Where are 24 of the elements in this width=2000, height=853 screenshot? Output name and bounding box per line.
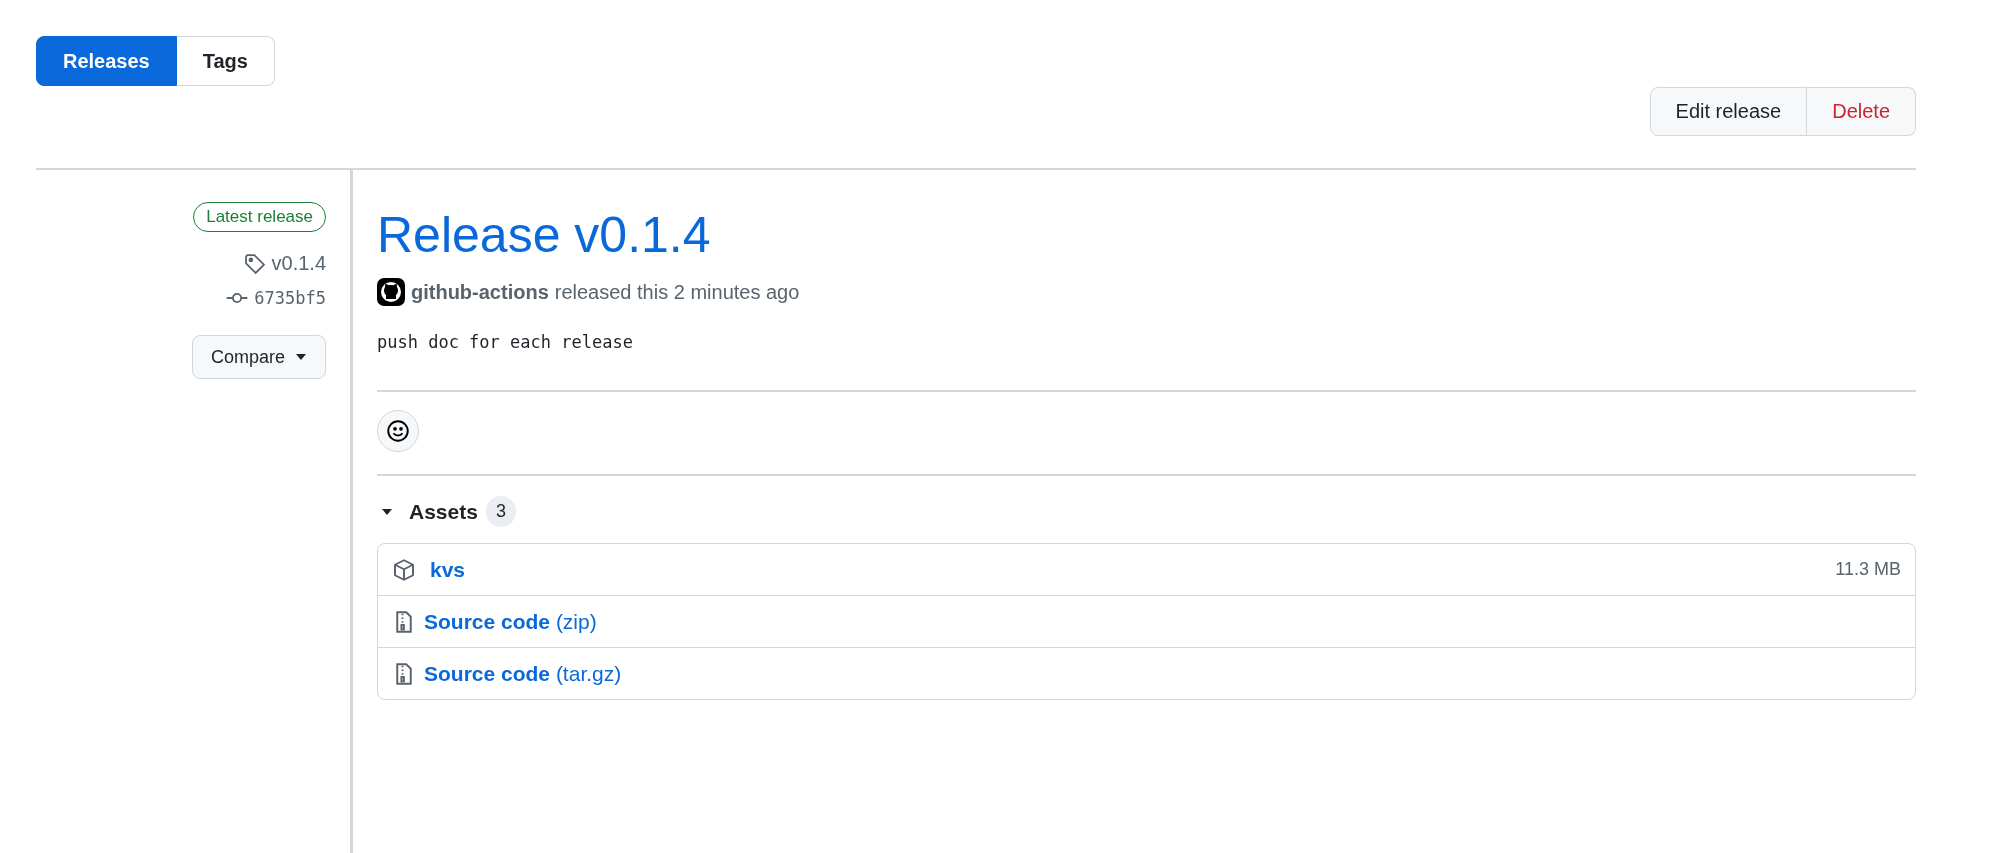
author-link[interactable]: github-actions xyxy=(411,280,549,304)
asset-link[interactable]: kvs xyxy=(430,557,1828,582)
reaction-button[interactable] xyxy=(377,410,419,452)
asset-link[interactable]: Source code (zip) xyxy=(424,609,1901,634)
caret-icon xyxy=(295,353,307,361)
caret-icon xyxy=(381,507,393,516)
asset-size: 11.3 MB xyxy=(1835,559,1901,580)
edit-button[interactable]: Edit release xyxy=(1649,87,1808,136)
release-time: released this 2 minutes ago xyxy=(554,280,800,304)
tab[interactable]: Releases xyxy=(36,36,177,86)
tag-link[interactable]: v0.1.4 xyxy=(271,252,326,275)
tag-icon xyxy=(243,252,266,275)
delete-button[interactable]: Delete xyxy=(1807,87,1916,136)
release-title[interactable]: Release v0.1.4 xyxy=(377,206,711,264)
assets-toggle[interactable]: Assets xyxy=(377,499,478,524)
assets-count: 3 xyxy=(485,496,516,527)
asset-link[interactable]: Source code (tar.gz) xyxy=(424,661,1901,686)
compare-button[interactable]: Compare xyxy=(191,335,326,379)
smiley-icon xyxy=(386,419,410,443)
release-notes: push doc for each release xyxy=(377,332,634,352)
package-icon xyxy=(392,557,416,582)
tab[interactable]: Tags xyxy=(176,36,275,86)
commit-link[interactable]: 6735bf5 xyxy=(254,288,326,308)
avatar-icon xyxy=(377,278,405,306)
